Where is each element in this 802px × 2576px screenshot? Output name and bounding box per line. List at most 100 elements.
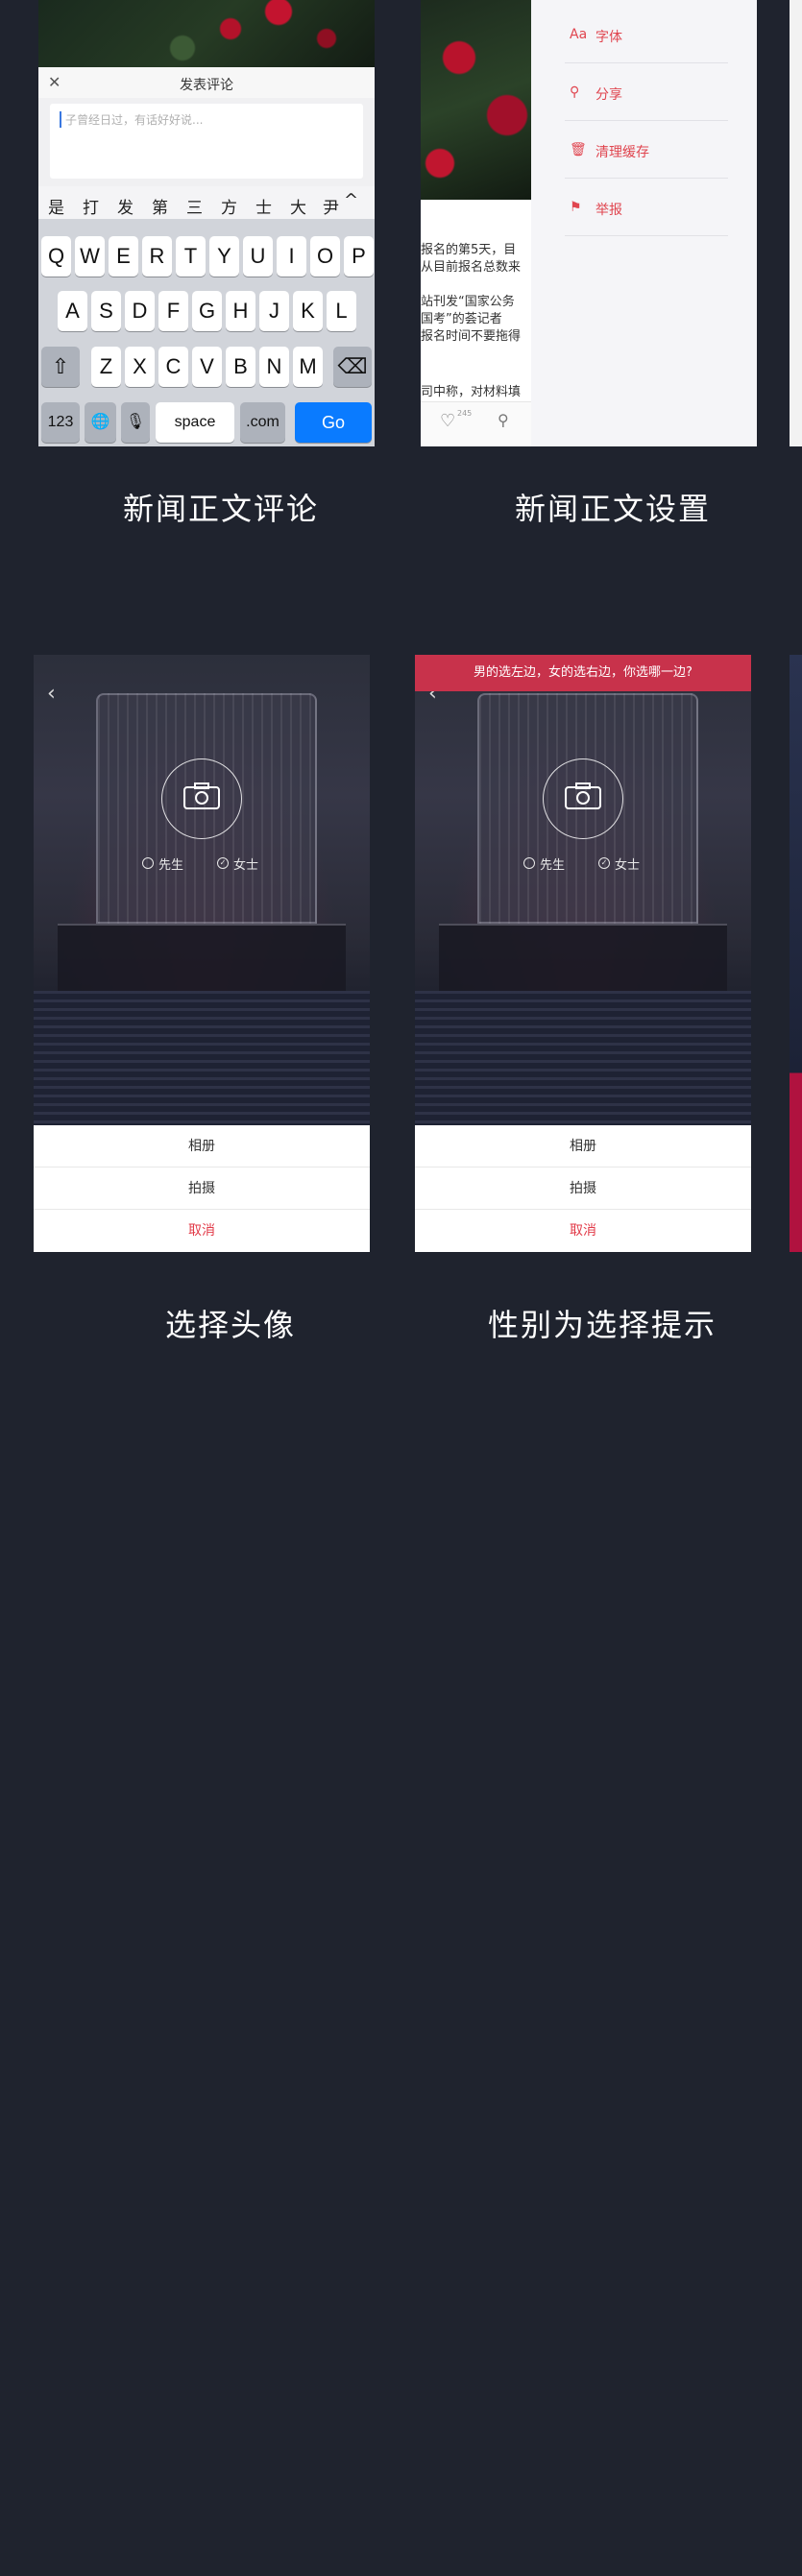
radio-female[interactable]: ✓: [217, 857, 229, 869]
water-reflection: [415, 991, 751, 1125]
share-icon: ⚲: [570, 84, 580, 100]
space-key[interactable]: space: [156, 402, 234, 443]
share-icon[interactable]: ⚲: [498, 411, 509, 429]
like-icon[interactable]: ♡: [440, 411, 455, 431]
caption-comment: 新闻正文评论: [122, 491, 319, 527]
key-u[interactable]: U: [243, 236, 273, 277]
key-i[interactable]: I: [277, 236, 306, 277]
key-k[interactable]: K: [293, 291, 323, 331]
radio-male[interactable]: [142, 857, 154, 869]
menu-label-report: 举报: [595, 203, 622, 218]
go-button[interactable]: Go: [295, 402, 372, 443]
key-v[interactable]: V: [192, 347, 222, 387]
key-e[interactable]: E: [109, 236, 138, 277]
gender-hint-screen: ‹ 男的选左边，女的选右边，你选哪一边? 先生 ✓ 女士 相册 拍摄 取消: [415, 655, 751, 1252]
comment-placeholder: 子曾经日过，有话好好说...: [60, 111, 203, 128]
menu-label-font: 字体: [595, 30, 622, 45]
take-photo-button[interactable]: 拍摄: [415, 1168, 751, 1210]
dotcom-key[interactable]: .com: [240, 402, 285, 443]
building-base: [58, 924, 346, 991]
next-screen-edge: [790, 655, 802, 1252]
key-z[interactable]: Z: [91, 347, 121, 387]
cancel-button[interactable]: 取消: [34, 1210, 370, 1252]
candidate-item[interactable]: 第: [152, 194, 168, 218]
key-o[interactable]: O: [310, 236, 340, 277]
article-line: 国考”的荟记者: [421, 312, 502, 326]
key-w[interactable]: W: [75, 236, 105, 277]
flag-icon: ⚑: [570, 200, 582, 215]
cancel-button[interactable]: 取消: [415, 1210, 751, 1252]
camera-icon: [565, 782, 601, 809]
comment-screen: ✕ 发表评论 子曾经日过，有话好好说... 是 打 发 第 三 方 士 大 尹 …: [38, 0, 375, 446]
comment-title: 发表评论: [180, 78, 233, 93]
collapse-icon[interactable]: ^: [344, 190, 358, 210]
like-count: 245: [457, 409, 473, 418]
font-icon: Aa: [570, 27, 588, 42]
back-icon[interactable]: ‹: [47, 682, 56, 706]
gender-male-label: 先生: [158, 858, 184, 873]
globe-icon[interactable]: 🌐: [85, 402, 116, 443]
candidate-item[interactable]: 发: [117, 194, 134, 218]
trash-icon: 🗑: [570, 142, 587, 157]
menu-row-report[interactable]: [565, 179, 728, 236]
menu-label-share: 分享: [595, 87, 622, 103]
candidate-item[interactable]: 方: [221, 194, 237, 218]
gender-male-label: 先生: [540, 858, 566, 873]
caption-avatar: 选择头像: [164, 1307, 296, 1343]
article-toolbar: [421, 401, 531, 446]
action-sheet: 相册 拍摄 取消: [34, 1125, 370, 1252]
key-y[interactable]: Y: [209, 236, 239, 277]
album-button[interactable]: 相册: [34, 1125, 370, 1168]
key-t[interactable]: T: [176, 236, 206, 277]
candidate-item[interactable]: 尹: [323, 194, 339, 218]
key-c[interactable]: C: [158, 347, 188, 387]
next-screen-edge: [790, 0, 802, 446]
key-b[interactable]: B: [226, 347, 255, 387]
number-key[interactable]: 123: [41, 402, 80, 443]
radio-male[interactable]: [523, 857, 535, 869]
article-line: 司中称，对材料填: [421, 385, 522, 399]
key-s[interactable]: S: [91, 291, 121, 331]
key-m[interactable]: M: [293, 347, 323, 387]
key-f[interactable]: F: [158, 291, 188, 331]
article-line: 站刊发“国家公务: [421, 295, 515, 309]
key-j[interactable]: J: [259, 291, 289, 331]
candidate-item[interactable]: 士: [255, 194, 272, 218]
shift-icon[interactable]: ⇧: [41, 347, 80, 387]
key-d[interactable]: D: [125, 291, 155, 331]
article-photo: [421, 0, 531, 200]
radio-female[interactable]: ✓: [598, 857, 610, 869]
gender-hint-banner: 男的选左边，女的选右边，你选哪一边?: [415, 655, 751, 691]
candidate-item[interactable]: 是: [48, 194, 64, 218]
key-q[interactable]: Q: [41, 236, 71, 277]
candidate-item[interactable]: 三: [186, 194, 203, 218]
take-photo-button[interactable]: 拍摄: [34, 1168, 370, 1210]
key-p[interactable]: P: [344, 236, 374, 277]
key-h[interactable]: H: [226, 291, 255, 331]
action-sheet: 相册 拍摄 取消: [415, 1125, 751, 1252]
microphone-icon[interactable]: 🎙: [121, 402, 150, 443]
gender-female-label: 女士: [233, 858, 259, 873]
delete-icon[interactable]: ⌫: [333, 347, 372, 387]
album-button[interactable]: 相册: [415, 1125, 751, 1168]
key-n[interactable]: N: [259, 347, 289, 387]
water-reflection: [34, 991, 370, 1125]
article-line: 报名的第5天，目: [421, 243, 517, 257]
menu-row-font[interactable]: [565, 6, 728, 63]
key-r[interactable]: R: [142, 236, 172, 277]
key-l[interactable]: L: [327, 291, 356, 331]
caption-gender-hint: 性别为选择提示: [487, 1307, 717, 1343]
camera-icon: [183, 782, 220, 809]
candidate-item[interactable]: 大: [290, 194, 306, 218]
article-line: 报名时间不要拖得: [421, 329, 522, 344]
menu-row-share[interactable]: [565, 63, 728, 121]
settings-screen: 报名的第5天，目 从目前报名总数来 站刊发“国家公务 国考”的荟记者 报名时间不…: [421, 0, 757, 446]
key-x[interactable]: X: [125, 347, 155, 387]
key-g[interactable]: G: [192, 291, 222, 331]
article-line: 从目前报名总数来: [421, 260, 522, 275]
gender-female-label: 女士: [615, 858, 641, 873]
article-photo: [38, 0, 375, 67]
building-base: [439, 924, 727, 991]
candidate-item[interactable]: 打: [83, 194, 99, 218]
key-a[interactable]: A: [58, 291, 87, 331]
